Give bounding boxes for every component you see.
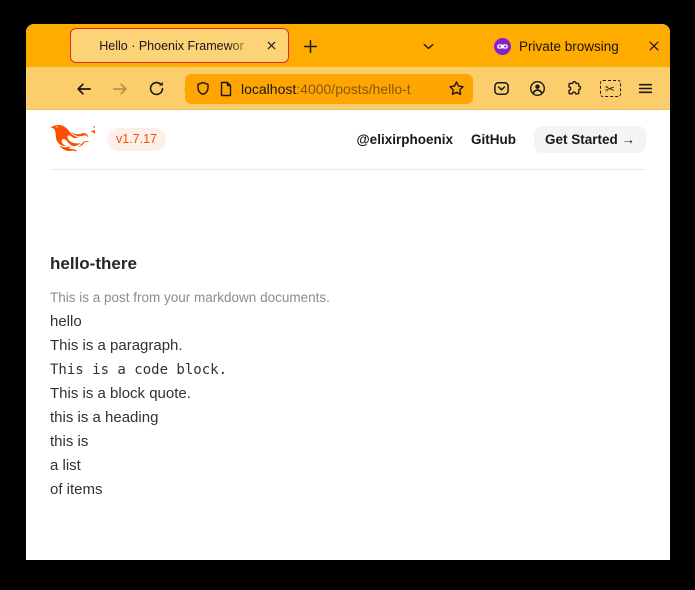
post-content: hello-there This is a post from your mar… (50, 252, 646, 502)
post-line: hello (50, 310, 646, 334)
nav-link-github[interactable]: GitHub (471, 132, 516, 147)
browser-window: Hello · Phoenix Framewor (26, 24, 670, 560)
tracking-shield-icon[interactable] (195, 81, 211, 97)
url-path: :4000/posts/hello-t (296, 81, 410, 97)
post-subtitle: This is a post from your markdown docume… (50, 288, 646, 308)
tab-close-icon[interactable] (260, 35, 282, 57)
post-title: hello-there (50, 252, 646, 276)
tab-title: Hello · Phoenix Framewor (83, 39, 260, 53)
nav-link-elixirphoenix[interactable]: @elixirphoenix (357, 132, 453, 147)
post-line-code: This is a code block. (50, 358, 646, 382)
private-browsing-mask-icon (494, 38, 511, 55)
private-browsing-label: Private browsing (519, 39, 619, 54)
navigation-toolbar: localhost:4000/posts/hello-t (26, 67, 670, 110)
private-browsing-badge: Private browsing (494, 31, 619, 61)
bookmark-star-icon[interactable] (448, 80, 465, 97)
site-header: v1.7.17 @elixirphoenix GitHub Get Starte… (50, 110, 646, 170)
get-started-button[interactable]: Get Started → (534, 126, 646, 153)
desktop-background: Hello · Phoenix Framewor (0, 0, 695, 590)
reload-icon[interactable] (140, 73, 172, 104)
url-host: localhost (241, 81, 296, 97)
window-close-icon[interactable] (639, 31, 669, 61)
page-info-icon[interactable] (219, 81, 233, 97)
post-body: hello This is a paragraph. This is a cod… (50, 310, 646, 502)
back-icon[interactable] (68, 73, 100, 104)
pocket-icon[interactable] (485, 73, 517, 104)
scissors-glyph: ✂ (600, 80, 621, 97)
forward-icon[interactable] (104, 73, 136, 104)
post-line: this is a heading (50, 406, 646, 430)
screenshot-scissors-icon[interactable]: ✂ (594, 73, 626, 104)
phoenix-logo[interactable] (50, 125, 95, 155)
tab-strip: Hello · Phoenix Framewor (26, 24, 670, 67)
extensions-puzzle-icon[interactable] (557, 73, 589, 104)
menu-hamburger-icon[interactable] (629, 73, 661, 104)
post-line: a list (50, 454, 646, 478)
account-icon[interactable] (521, 73, 553, 104)
post-line: This is a paragraph. (50, 334, 646, 358)
version-badge: v1.7.17 (107, 128, 166, 150)
new-tab-icon[interactable] (295, 31, 325, 61)
list-tabs-chevron-icon[interactable] (413, 31, 443, 61)
active-tab[interactable]: Hello · Phoenix Framewor (70, 28, 289, 63)
url-bar[interactable]: localhost:4000/posts/hello-t (185, 74, 473, 104)
page-viewport: v1.7.17 @elixirphoenix GitHub Get Starte… (26, 110, 670, 560)
post-line: this is (50, 430, 646, 454)
post-line: This is a block quote. (50, 382, 646, 406)
url-text: localhost:4000/posts/hello-t (241, 81, 440, 97)
post-line: of items (50, 478, 646, 502)
